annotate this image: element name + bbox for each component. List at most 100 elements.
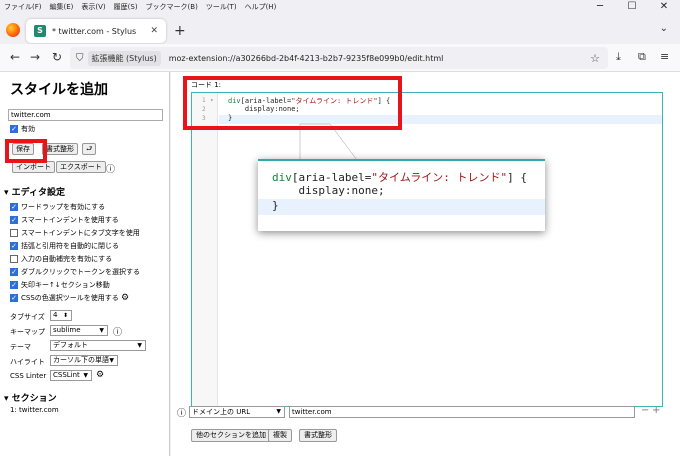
theme-value: デフォルト: [53, 341, 88, 349]
add-icon[interactable]: +: [652, 405, 660, 416]
url-text[interactable]: moz-extension://a30266bd-2b4f-4213-b2b7-…: [169, 54, 590, 63]
url-bar[interactable]: ⛉ 拡張機能 (Stylus) moz-extension://a30266bd…: [70, 47, 608, 69]
enabled-checkbox-row[interactable]: ✓ 有効: [10, 124, 35, 134]
close-window-icon[interactable]: ✕: [648, 0, 680, 14]
info-icon[interactable]: ⓘ: [177, 406, 186, 419]
spinner-icon[interactable]: ⬍: [63, 311, 68, 320]
checkbox-check-icon[interactable]: ✓: [10, 203, 18, 211]
format-button[interactable]: 書式整形: [42, 143, 78, 155]
applies-value-input[interactable]: twitter.com: [289, 406, 635, 418]
callout-line-1: div[aria-label="タイムライン: トレンド"] {: [272, 169, 527, 185]
gear-icon[interactable]: ⚙: [121, 293, 129, 303]
minimize-icon[interactable]: ─: [584, 0, 616, 14]
extension-badge[interactable]: 拡張機能 (Stylus): [87, 50, 161, 66]
option-smart-indent[interactable]: ✓ スマートインデントを使用する: [10, 215, 119, 225]
reload-icon[interactable]: ↻: [52, 50, 62, 64]
chevron-down-icon: ▼: [99, 327, 104, 334]
option-autoclose[interactable]: ✓ 括弧と引用符を自動的に閉じる: [10, 241, 119, 251]
shield-icon[interactable]: ⛉: [76, 53, 84, 64]
callout-selector: div: [272, 171, 292, 184]
option-autocomplete[interactable]: 入力の自動補完を有効にする: [10, 254, 112, 264]
code-editor[interactable]: 1 ▾ 2 3 div[aria-label="タイムライン: トレンド"] {…: [191, 92, 663, 407]
callout-attr: [aria-label=: [291, 171, 372, 184]
clone-section-button[interactable]: 複製: [268, 429, 292, 442]
back-icon[interactable]: ←: [10, 50, 20, 64]
forward-icon[interactable]: →: [30, 50, 40, 64]
option-arrow-section[interactable]: ✓ 矢印キー↑↓セクション移動: [10, 280, 110, 290]
chevron-down-icon: ▼: [276, 408, 281, 415]
editor-settings-title: エディタ設定: [11, 188, 66, 198]
line-gutter: [192, 93, 218, 406]
menu-bar: ファイル(F) 編集(E) 表示(V) 履歴(S) ブックマーク(B) ツール(…: [0, 0, 680, 14]
menu-edit[interactable]: 編集(E): [46, 2, 78, 12]
option-label: CSSの色選択ツールを使用する: [21, 294, 119, 302]
checkbox-check-icon[interactable]: ✓: [10, 216, 18, 224]
checkbox-check-icon[interactable]: ✓: [10, 242, 18, 250]
option-label: スマートインデントにタブ文字を使用: [21, 229, 140, 237]
option-label: ダブルクリックでトークンを選択する: [21, 268, 140, 276]
applies-to-bar: ⓘ ドメイン上の URL ▼ twitter.com − + 他のセクションを追加…: [171, 405, 680, 456]
browser-tab[interactable]: S * twitter.com - Stylus ✕: [26, 19, 166, 43]
option-wordwrap[interactable]: ✓ ワードラップを有効にする: [10, 202, 105, 212]
format-section-button[interactable]: 書式整形: [299, 429, 337, 442]
tabsize-input[interactable]: 4 ⬍: [50, 310, 72, 321]
callout-string: "タイムライン: トレンド": [371, 171, 508, 184]
close-tab-icon[interactable]: ✕: [150, 26, 158, 36]
editor-settings-heading[interactable]: ▾ エディタ設定: [4, 185, 65, 198]
tabsize-value: 4: [53, 311, 58, 319]
option-color-picker[interactable]: ✓ CSSの色選択ツールを使用する ⚙: [10, 293, 129, 303]
new-tab-icon[interactable]: +: [174, 23, 186, 39]
add-section-button[interactable]: 他のセクションを追加: [191, 429, 271, 442]
hamburger-menu-icon[interactable]: ≡: [660, 50, 669, 63]
menu-history[interactable]: 履歴(S): [110, 2, 142, 12]
menu-view[interactable]: 表示(V): [77, 2, 109, 12]
checkbox-check-icon[interactable]: ✓: [10, 125, 18, 133]
tab-strip: S * twitter.com - Stylus ✕ + ⌄: [0, 14, 680, 44]
keymap-select[interactable]: sublime ▼: [50, 325, 108, 336]
list-tabs-icon[interactable]: ⌄: [660, 23, 668, 34]
gear-icon[interactable]: ⚙: [96, 370, 104, 380]
tabsize-label: タブサイズ: [10, 313, 45, 321]
checkbox-empty-icon[interactable]: [10, 255, 18, 263]
linter-select[interactable]: CSSLint ▼: [50, 370, 92, 381]
theme-select[interactable]: デフォルト ▼: [50, 340, 146, 351]
export-button[interactable]: エクスポート: [56, 161, 106, 173]
option-dblclick-token[interactable]: ✓ ダブルクリックでトークンを選択する: [10, 267, 140, 277]
option-label: 矢印キー↑↓セクション移動: [21, 281, 110, 289]
bookmark-star-icon[interactable]: ☆: [590, 52, 600, 65]
linter-value: CSSLint: [53, 371, 80, 379]
undo-button[interactable]: ⮐: [82, 143, 97, 155]
firefox-view-icon[interactable]: [6, 23, 20, 37]
checkbox-check-icon[interactable]: ✓: [10, 268, 18, 276]
zoom-callout: div[aria-label="タイムライン: トレンド"] { display…: [258, 159, 545, 231]
callout-line-highlight: [258, 199, 545, 215]
info-icon[interactable]: ⓘ: [113, 325, 122, 338]
window-controls: ─ ☐ ✕: [584, 0, 680, 14]
sections-heading[interactable]: ▾ セクション: [4, 391, 57, 404]
chevron-down-icon: ▼: [137, 342, 142, 349]
download-icon[interactable]: ⤓: [616, 50, 621, 64]
checkbox-check-icon[interactable]: ✓: [10, 281, 18, 289]
menu-tools[interactable]: ツール(T): [202, 2, 241, 12]
menu-help[interactable]: ヘルプ(H): [241, 2, 281, 12]
stylus-favicon-icon: S: [34, 25, 46, 37]
option-label: 括弧と引用符を自動的に閉じる: [21, 242, 119, 250]
highlight-label: ハイライト: [10, 358, 45, 366]
callout-line-3: }: [272, 199, 279, 212]
highlight-select[interactable]: カーソル下の単語 ▼: [50, 355, 118, 366]
checkbox-empty-icon[interactable]: [10, 229, 18, 237]
enabled-label: 有効: [21, 125, 35, 133]
option-label: ワードラップを有効にする: [21, 203, 106, 211]
info-icon[interactable]: ⓘ: [106, 162, 115, 175]
menu-file[interactable]: ファイル(F): [0, 2, 46, 12]
maximize-icon[interactable]: ☐: [616, 0, 648, 14]
option-indent-tabs[interactable]: スマートインデントにタブ文字を使用: [10, 228, 140, 238]
extensions-icon[interactable]: ⧉: [638, 50, 646, 64]
menu-bookmarks[interactable]: ブックマーク(B): [142, 2, 202, 12]
checkbox-check-icon[interactable]: ✓: [10, 294, 18, 302]
option-label: スマートインデントを使用する: [21, 216, 119, 224]
remove-icon[interactable]: −: [641, 405, 649, 416]
section-list-item[interactable]: 1: twitter.com: [10, 406, 59, 414]
applies-type-select[interactable]: ドメイン上の URL ▼: [189, 406, 285, 418]
style-name-input[interactable]: [8, 109, 163, 121]
